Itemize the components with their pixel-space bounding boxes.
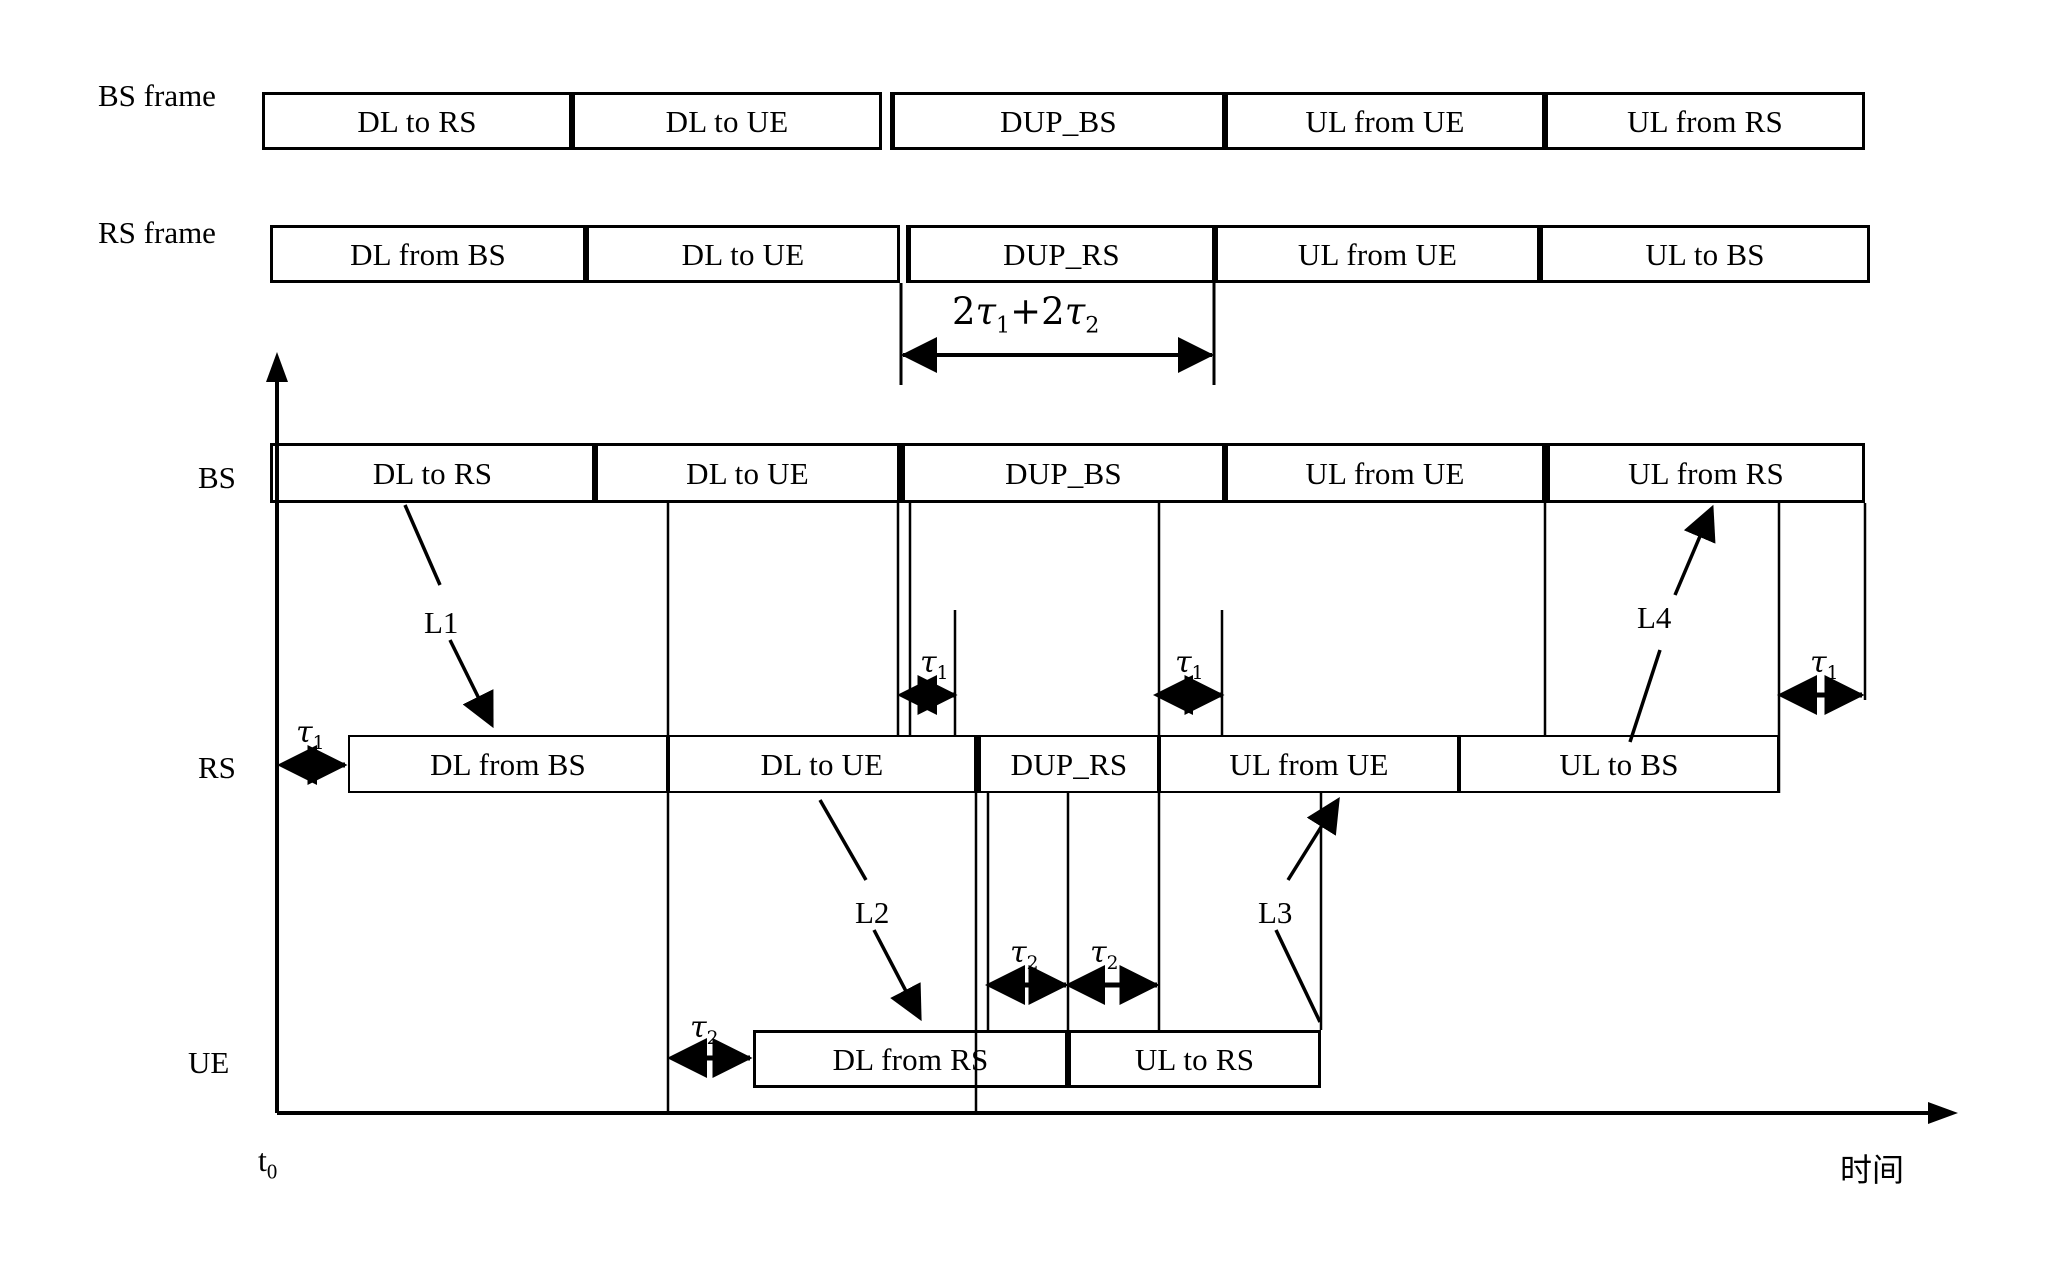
timing-bs-cell-dl-to-rs: DL to RS <box>270 443 595 503</box>
rs-frame-cell-dl-to-ue: DL to UE <box>586 225 900 283</box>
axis-origin-label: t0 <box>258 1142 277 1184</box>
axis-time-label: 时间 <box>1840 1151 1905 1189</box>
row-label-bs-frame: BS frame <box>98 78 216 113</box>
span-prefix-1: 2 <box>952 290 976 333</box>
timing-bs-cell-dup-bs: DUP_BS <box>900 443 1225 503</box>
link-label-l2: L2 <box>855 895 890 930</box>
span-tau-2: τ <box>1064 290 1086 333</box>
axis-origin-t: t <box>258 1142 267 1178</box>
timing-ue-cell-ul-to-rs: UL to RS <box>1068 1030 1321 1088</box>
bs-frame-cell-dup-bs: DUP_BS <box>890 92 1225 150</box>
tau1-label-dup-right: τ1 <box>1175 645 1204 684</box>
timing-row-label-bs: BS <box>198 460 236 495</box>
span-sub-1: 1 <box>996 312 1011 339</box>
timing-rs-cell-dl-to-ue: DL to UE <box>668 735 976 793</box>
rs-frame-cell-ul-from-ue: UL from UE <box>1215 225 1540 283</box>
timing-bs-cell-dl-to-ue: DL to UE <box>595 443 900 503</box>
bs-frame-cell-ul-from-rs: UL from RS <box>1545 92 1865 150</box>
diagram-canvas: BS frame DL to RS DL to UE DUP_BS UL fro… <box>0 0 2064 1264</box>
rs-frame-cell-dup-rs: DUP_RS <box>906 225 1215 283</box>
bs-frame-cell-ul-from-ue: UL from UE <box>1225 92 1545 150</box>
timing-rs-cell-ul-from-ue: UL from UE <box>1159 735 1459 793</box>
timing-ue-cell-dl-from-rs: DL from RS <box>753 1030 1068 1088</box>
span-prefix-2: 2 <box>1041 290 1065 333</box>
axis-origin-sub: 0 <box>266 1160 278 1184</box>
timing-rs-cell-ul-to-bs: UL to BS <box>1459 735 1779 793</box>
row-label-rs-frame: RS frame <box>98 215 216 250</box>
span-tau-1: τ <box>975 290 997 333</box>
tau1-label-rs-start: τ1 <box>296 715 325 754</box>
span-plus: + <box>1010 290 1042 333</box>
rs-frame-cell-dl-from-bs: DL from BS <box>270 225 586 283</box>
timing-row-label-ue: UE <box>188 1045 230 1080</box>
tau2-label-dup-left: τ2 <box>1010 935 1039 974</box>
tau1-label-ul-end: τ1 <box>1810 645 1839 684</box>
rs-frame-cell-ul-to-bs: UL to BS <box>1540 225 1870 283</box>
tau2-label-dup-right: τ2 <box>1090 935 1119 974</box>
span-sub-2: 2 <box>1085 312 1100 339</box>
link-label-l1: L1 <box>424 605 459 640</box>
link-label-l3: L3 <box>1258 895 1293 930</box>
timing-row-label-rs: RS <box>198 750 236 785</box>
tau2-label-ue-start: τ2 <box>690 1010 719 1049</box>
span-annotation-label: 2τ1+2τ2 <box>952 290 1099 338</box>
timing-bs-cell-ul-from-ue: UL from UE <box>1225 443 1545 503</box>
timing-rs-cell-dl-from-bs: DL from BS <box>348 735 668 793</box>
guide-lines <box>666 503 1867 1113</box>
link-label-l4: L4 <box>1637 600 1672 635</box>
timing-bs-cell-ul-from-rs: UL from RS <box>1545 443 1865 503</box>
timing-rs-cell-dup-rs: DUP_RS <box>976 735 1159 793</box>
bs-frame-cell-dl-to-ue: DL to UE <box>572 92 882 150</box>
bs-frame-cell-dl-to-rs: DL to RS <box>262 92 572 150</box>
tau1-label-dup-left: τ1 <box>920 645 949 684</box>
